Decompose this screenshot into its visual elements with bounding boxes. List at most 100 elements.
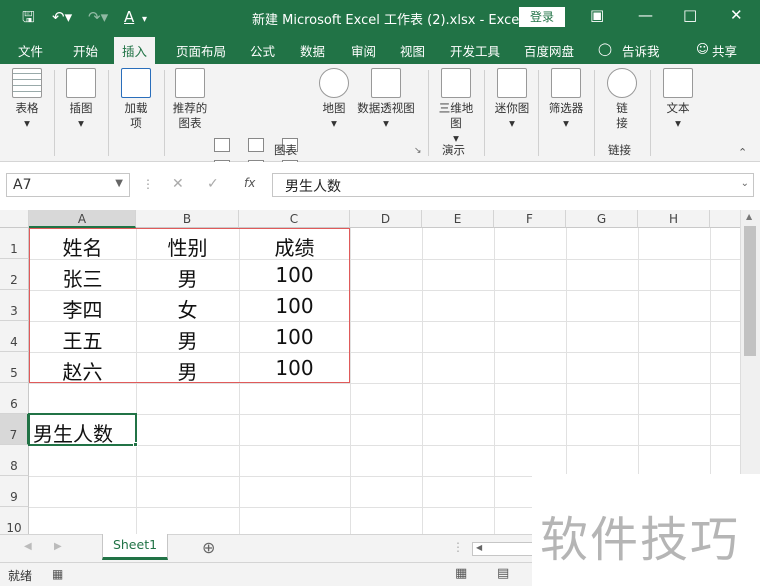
row-header-2[interactable]: 2 (0, 259, 29, 290)
tab-file[interactable]: 文件 (18, 41, 43, 60)
undo-icon[interactable]: ↶▾ (52, 8, 72, 26)
table-button[interactable]: 表格 ▾ (8, 68, 46, 131)
tell-me-search[interactable]: 告诉我 (622, 41, 660, 60)
tab-insert[interactable]: 插入 (114, 37, 156, 64)
column-header-h[interactable]: H (638, 210, 710, 228)
name-box[interactable]: A7 ▼ (6, 173, 130, 197)
row-header-5[interactable]: 5 (0, 352, 29, 383)
cell-c5[interactable]: 100 (239, 356, 350, 380)
row-header-1[interactable]: 1 (0, 228, 29, 259)
macro-record-icon[interactable]: ▦ (52, 567, 63, 581)
normal-view-icon[interactable]: ▦ (455, 566, 467, 581)
maximize-icon[interactable]: □ (683, 6, 697, 24)
font-color-icon[interactable]: A (124, 8, 134, 26)
recommended-charts-label: 推荐的图表 (172, 101, 208, 130)
minimize-icon[interactable]: — (638, 6, 653, 24)
cell-a1[interactable]: 姓名 (29, 232, 136, 261)
expand-formula-icon[interactable]: ⌄ (741, 178, 749, 189)
enter-icon[interactable]: ✓ (207, 176, 219, 192)
tab-baidu-netdisk[interactable]: 百度网盘 (524, 41, 574, 60)
scroll-up-icon[interactable]: ▲ (746, 212, 752, 221)
more-icon: ⋮ (142, 177, 154, 191)
row-header-10[interactable]: 10 (0, 507, 29, 534)
hierarchy-chart-icon[interactable] (248, 138, 264, 152)
cell-a7[interactable]: 男生人数 (33, 418, 113, 447)
tab-home[interactable]: 开始 (73, 41, 98, 60)
dialog-launcher-icon[interactable]: ↘ (414, 146, 422, 156)
tab-view[interactable]: 视图 (400, 41, 425, 60)
status-text: 就绪 (8, 569, 33, 583)
cell-b4[interactable]: 男 (136, 325, 239, 354)
column-header-d[interactable]: D (350, 210, 422, 228)
cell-b2[interactable]: 男 (136, 263, 239, 292)
column-header-f[interactable]: F (494, 210, 566, 228)
watermark: 软件技巧 (532, 474, 760, 586)
tab-data[interactable]: 数据 (300, 41, 325, 60)
cell-c3[interactable]: 100 (239, 294, 350, 318)
illustrations-button[interactable]: 插图 ▾ (62, 68, 100, 131)
addins-button[interactable]: 加载项 (116, 68, 156, 131)
customize-toolbar-icon[interactable]: ▾ (142, 11, 147, 29)
column-header-g[interactable]: G (566, 210, 638, 228)
tab-formulas[interactable]: 公式 (250, 41, 275, 60)
share-button[interactable]: 共享 (712, 41, 737, 60)
recommended-charts-button[interactable]: 推荐的图表 (170, 68, 210, 131)
ribbon-display-icon[interactable]: ▣ (590, 6, 604, 24)
globe-icon (319, 68, 349, 98)
column-header-a[interactable]: A (29, 210, 136, 228)
row-header-3[interactable]: 3 (0, 290, 29, 321)
collapse-ribbon-icon[interactable]: ⌃ (738, 146, 747, 159)
text-button[interactable]: 文本 ▾ (658, 68, 698, 131)
column-header-c[interactable]: C (239, 210, 350, 228)
column-chart-icon[interactable] (214, 138, 230, 152)
column-header-b[interactable]: B (136, 210, 239, 228)
3d-map-label: 三维地图 (438, 101, 474, 130)
scroll-sheets-left-icon[interactable]: ◀ (24, 541, 32, 552)
cell-b1[interactable]: 性别 (136, 232, 239, 261)
select-all-corner[interactable] (0, 210, 29, 228)
formula-input[interactable]: 男生人数 ⌄ (272, 173, 754, 197)
cancel-icon[interactable]: ✕ (172, 176, 184, 192)
column-header-e[interactable]: E (422, 210, 494, 228)
scroll-sheets-right-icon[interactable]: ▶ (54, 541, 62, 552)
cell-b3[interactable]: 女 (136, 294, 239, 323)
login-button[interactable]: 登录 (519, 7, 565, 27)
formula-bar-area: A7 ▼ ⋮ ✕ ✓ fx 男生人数 ⌄ (0, 162, 760, 206)
maps-button[interactable]: 地图 ▾ (316, 68, 352, 131)
row-header-7[interactable]: 7 (0, 414, 29, 445)
3d-map-button[interactable]: 三维地图 ▾ (436, 68, 476, 146)
cell-c2[interactable]: 100 (239, 263, 350, 287)
row-header-8[interactable]: 8 (0, 445, 29, 476)
sheet-tab-sheet1[interactable]: Sheet1 (102, 534, 168, 560)
name-box-dropdown-icon[interactable]: ▼ (115, 178, 123, 189)
cell-c4[interactable]: 100 (239, 325, 350, 349)
page-layout-view-icon[interactable]: ▤ (497, 566, 509, 581)
tab-page-layout[interactable]: 页面布局 (176, 41, 226, 60)
cell-a2[interactable]: 张三 (29, 263, 136, 292)
insert-function-icon[interactable]: fx (244, 176, 255, 190)
pivot-chart-button[interactable]: 数据透视图 ▾ (354, 68, 418, 131)
fill-handle[interactable] (133, 442, 138, 447)
close-icon[interactable]: ✕ (730, 6, 743, 24)
sparklines-button[interactable]: 迷你图 ▾ (492, 68, 532, 131)
tab-review[interactable]: 审阅 (351, 41, 376, 60)
row-header-6[interactable]: 6 (0, 383, 29, 414)
redo-icon[interactable]: ↷▾ (88, 8, 108, 26)
scroll-left-icon[interactable]: ◀ (476, 543, 482, 552)
filters-button[interactable]: 筛选器 ▾ (546, 68, 586, 131)
cell-b5[interactable]: 男 (136, 356, 239, 385)
link-button[interactable]: 链接 (602, 68, 642, 131)
row-header-9[interactable]: 9 (0, 476, 29, 507)
add-sheet-icon[interactable]: ⊕ (202, 538, 215, 557)
scroll-thumb[interactable] (744, 226, 756, 356)
cell-a5[interactable]: 赵六 (29, 356, 136, 385)
title-bar: 🖫 ↶▾ ↷▾ A ▾ 新建 Microsoft Excel 工作表 (2).x… (0, 0, 760, 34)
addins-icon (121, 68, 151, 98)
cell-a3[interactable]: 李四 (29, 294, 136, 323)
save-icon[interactable]: 🖫 (22, 8, 35, 26)
cell-c1[interactable]: 成绩 (239, 232, 350, 261)
column-header-partial[interactable] (710, 210, 740, 228)
row-header-4[interactable]: 4 (0, 321, 29, 352)
cell-a4[interactable]: 王五 (29, 325, 136, 354)
tab-developer[interactable]: 开发工具 (450, 41, 500, 60)
